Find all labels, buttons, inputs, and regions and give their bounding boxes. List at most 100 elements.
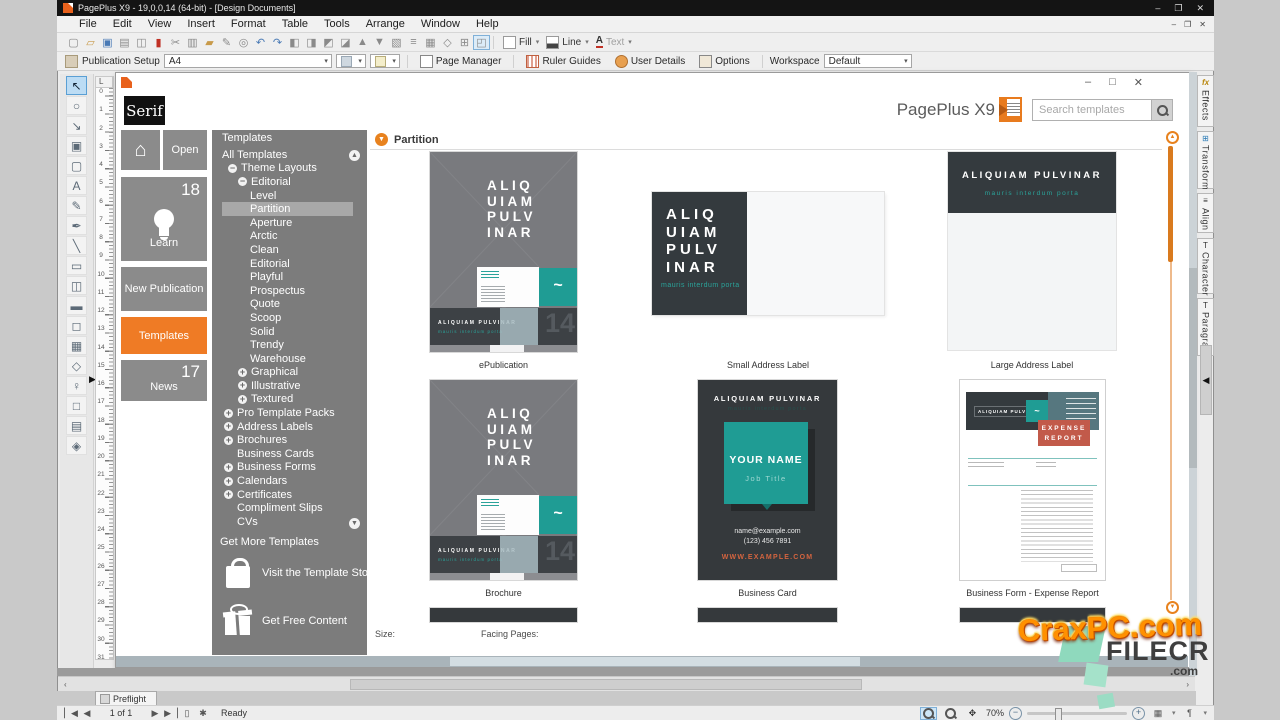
expand-icon[interactable]: − (238, 177, 247, 186)
mdi-restore-icon[interactable]: ❐ (1184, 20, 1191, 29)
zoom-plus-icon[interactable]: + (1132, 707, 1145, 720)
copy-icon[interactable]: ▥ (184, 35, 201, 50)
template-store-link[interactable]: Visit the Template Store (226, 558, 378, 588)
tree-item[interactable]: Trendy (222, 338, 353, 352)
tree-item[interactable]: + Graphical (222, 366, 353, 380)
table2-tool[interactable]: ▦ (66, 336, 87, 355)
last-page-icon[interactable]: ▶ (163, 708, 179, 719)
ruler-guides-button[interactable]: Ruler Guides (521, 54, 605, 69)
tree-item[interactable]: Prospectus (222, 284, 353, 298)
tree-item[interactable]: + Certificates (222, 488, 353, 502)
preview-icon[interactable]: ◫ (133, 35, 150, 50)
caret-icon[interactable]: ▾ (628, 38, 632, 46)
rotate-left-icon[interactable]: ▲ (354, 35, 371, 50)
bring-front-icon[interactable]: ◧ (286, 35, 303, 50)
expand-icon[interactable]: − (228, 164, 237, 173)
tree-item[interactable]: + Business Forms (222, 461, 353, 475)
template-business-card[interactable]: ALIQUIAM PULVINAR mauris interdum porta … (698, 380, 837, 580)
node-tool[interactable]: ↘ (66, 116, 87, 135)
zoom-select-icon[interactable] (920, 707, 937, 720)
caret-icon[interactable]: ▾ (1172, 709, 1176, 717)
page-manager-button[interactable]: Page Manager (415, 54, 507, 69)
tree-item[interactable]: Arctic (222, 230, 353, 244)
menu-item[interactable]: Window (413, 17, 468, 31)
tree-item[interactable]: Playful (222, 270, 353, 284)
menu-item[interactable]: File (71, 17, 105, 31)
template-epublication[interactable]: ALIQUIAM PULVINAR ~ ALIQUIAM PULVINAR ma… (430, 152, 577, 352)
caret-icon[interactable]: ▾ (321, 57, 331, 65)
template-expense-report[interactable]: ALIQUIAM PULVINAR ~ EXPENSE REPORT (960, 380, 1105, 580)
guides-icon[interactable]: ⊞ (456, 35, 473, 50)
paragraph-marks-icon[interactable]: ¶ (1181, 708, 1197, 718)
expand-icon[interactable]: + (238, 368, 247, 377)
tab-effects[interactable]: fx Effects (1197, 75, 1214, 127)
back-one-icon[interactable]: ◪ (337, 35, 354, 50)
tree-item[interactable]: Quote (222, 298, 353, 312)
line-swatch[interactable] (546, 36, 559, 49)
next-page-icon[interactable]: ▶ (147, 708, 163, 719)
tree-item[interactable]: + Illustrative (222, 379, 353, 393)
free-content-link[interactable]: Get Free Content (224, 606, 347, 636)
news-button[interactable]: 17 News (121, 360, 207, 401)
dialog-hscroll-thumb[interactable] (450, 657, 860, 666)
align-icon[interactable]: ≡ (405, 35, 422, 50)
shape-tool[interactable]: ▭ (66, 256, 87, 275)
pan-hand-icon[interactable]: ✥ (964, 707, 981, 720)
new-publication-button[interactable]: New Publication (121, 267, 207, 311)
lasso-tool[interactable]: ○ (66, 96, 87, 115)
minimize-icon[interactable]: – (1155, 3, 1160, 14)
connector-tool[interactable]: ◫ (66, 276, 87, 295)
tree-item[interactable]: Aperture (222, 216, 353, 230)
learn-button[interactable]: 18 Learn (121, 177, 207, 261)
template-large-address-label[interactable]: ALIQUIAM PULVINAR mauris interdum porta (948, 152, 1116, 350)
prev-page-icon[interactable]: ◀ (79, 708, 95, 719)
expand-icon[interactable]: + (238, 381, 247, 390)
undo-icon[interactable]: ↶ (252, 35, 269, 50)
templates-button[interactable]: Templates (121, 317, 207, 354)
menu-item[interactable]: Help (468, 17, 507, 31)
tree-item[interactable]: + Address Labels (222, 420, 353, 434)
rotate-right-icon[interactable]: ▼ (371, 35, 388, 50)
paste-icon[interactable]: ▰ (201, 35, 218, 50)
panel-collapse-icon[interactable]: ◀ (1203, 375, 1210, 386)
tree-item[interactable]: Editorial (222, 257, 353, 271)
dialog-close-icon[interactable]: ✕ (1134, 76, 1143, 89)
preflight-tab[interactable]: Preflight (95, 691, 157, 705)
scroll-right-icon[interactable]: › (1186, 680, 1189, 689)
menu-item[interactable]: View (140, 17, 180, 31)
zoom-out-icon[interactable] (942, 707, 959, 720)
fill-swatch[interactable] (503, 36, 516, 49)
window-hscrollbar[interactable]: ‹ › (58, 676, 1195, 692)
save-icon[interactable]: ▣ (99, 35, 116, 50)
page-size-combo[interactable]: A4 ▾ (164, 54, 332, 68)
tree-item[interactable]: + Pro Template Packs (222, 406, 353, 420)
menu-item[interactable]: Tools (316, 17, 358, 31)
page-icon[interactable]: ▯ (179, 708, 195, 719)
tree-item[interactable]: Scoop (222, 311, 353, 325)
settings-gear-icon[interactable]: ✱ (195, 708, 211, 719)
group-icon[interactable]: ▧ (388, 35, 405, 50)
forward-one-icon[interactable]: ◩ (320, 35, 337, 50)
menu-item[interactable]: Format (223, 17, 274, 31)
format-painter-icon[interactable]: ✎ (218, 35, 235, 50)
fill-tool[interactable]: ▬ (66, 296, 87, 315)
tree-item[interactable]: + Brochures (222, 433, 353, 447)
dialog-minimize-icon[interactable]: – (1085, 76, 1091, 89)
tree-scroll-down-icon[interactable]: ▼ (349, 518, 360, 529)
line-tool[interactable]: ╲ (66, 236, 87, 255)
expand-icon[interactable]: + (224, 422, 233, 431)
page-combo[interactable]: ▾ (370, 54, 400, 68)
content-scroll-top-icon[interactable]: ▲ (1166, 131, 1179, 144)
tree-item[interactable]: Compliment Slips (222, 501, 353, 515)
dialog-hscrollbar[interactable] (116, 656, 1188, 667)
pencil-tool[interactable]: ✎ (66, 196, 87, 215)
publish-icon[interactable]: ◎ (235, 35, 252, 50)
open-icon[interactable]: ▱ (82, 35, 99, 50)
expand-icon[interactable]: + (224, 477, 233, 486)
template-partial[interactable] (698, 608, 837, 622)
template-brochure[interactable]: ALIQUIAM PULVINAR ~ ALIQUIAM PULVINAR ma… (430, 380, 577, 580)
scroll-left-icon[interactable]: ‹ (64, 680, 67, 689)
multipage-view-icon[interactable]: ▦ (1150, 708, 1166, 719)
search-button[interactable] (1151, 100, 1172, 120)
tree-item[interactable]: + Calendars (222, 474, 353, 488)
